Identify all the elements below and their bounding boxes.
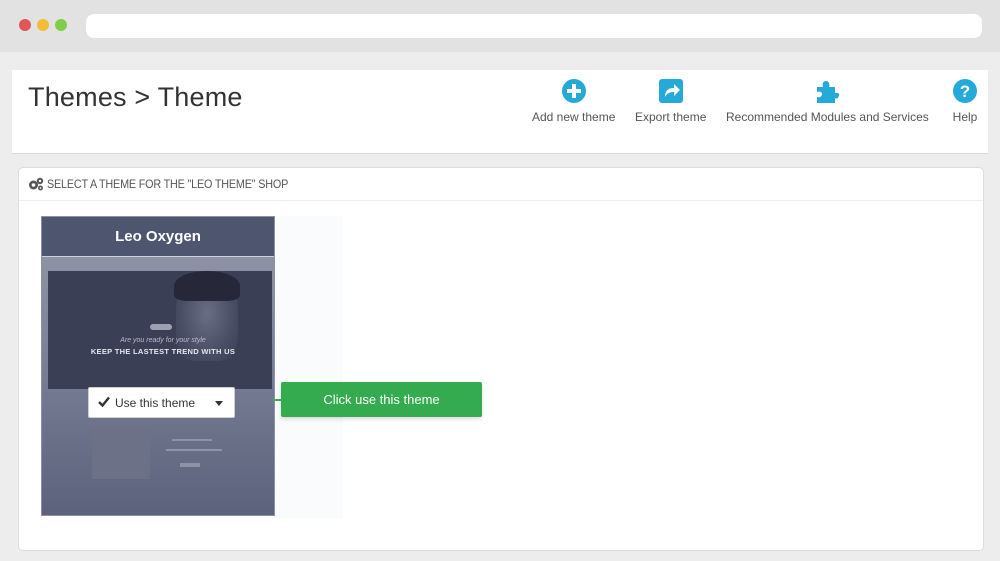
preview-headline: KEEP THE LASTEST TREND WITH US (90, 347, 236, 356)
panel-heading-text: SELECT A THEME FOR THE "LEO THEME" SHOP (47, 177, 289, 191)
theme-preview-image: Are you ready for your style KEEP THE LA… (48, 271, 272, 389)
maximize-window-dot[interactable] (55, 19, 67, 31)
gears-icon (29, 177, 44, 191)
help-icon: ? (953, 79, 977, 103)
preview-text-line (166, 449, 222, 451)
plus-circle-icon (561, 79, 586, 103)
close-window-dot[interactable] (19, 19, 31, 31)
recommended-modules-label: Recommended Modules and Services (726, 110, 929, 124)
minimize-window-dot[interactable] (37, 19, 49, 31)
preview-button (180, 463, 200, 467)
address-bar[interactable] (86, 14, 982, 38)
svg-text:?: ? (960, 82, 970, 101)
theme-name: Leo Oxygen (42, 217, 274, 257)
export-theme-button[interactable]: Export theme (635, 78, 706, 124)
theme-card[interactable]: Leo Oxygen Are you ready for your style … (41, 216, 275, 516)
check-icon (98, 396, 110, 407)
add-new-theme-label: Add new theme (532, 110, 616, 124)
page-toolbar: Themes > Theme Add new theme Export them… (12, 70, 988, 154)
export-theme-label: Export theme (635, 110, 707, 124)
callout-connector (273, 399, 281, 401)
card-shadow-area (273, 216, 343, 518)
add-new-theme-button[interactable]: Add new theme (532, 78, 615, 124)
theme-selection-panel: SELECT A THEME FOR THE "LEO THEME" SHOP … (18, 167, 984, 551)
preview-text-line (172, 439, 212, 441)
help-button[interactable]: ? Help (952, 78, 978, 124)
model-hair (174, 271, 240, 301)
mustache-icon (150, 324, 172, 330)
page-title: Themes > Theme (28, 82, 243, 112)
use-this-theme-label: Use this theme (115, 396, 196, 410)
preview-product-image (92, 427, 150, 479)
use-this-theme-button[interactable]: Use this theme (88, 387, 235, 418)
export-icon (658, 79, 683, 103)
recommended-modules-button[interactable]: Recommended Modules and Services (726, 78, 929, 124)
puzzle-icon (817, 81, 840, 103)
help-label: Help (952, 110, 978, 124)
instruction-callout: Click use this theme (281, 382, 482, 417)
chevron-down-icon[interactable] (215, 401, 223, 406)
panel-heading: SELECT A THEME FOR THE "LEO THEME" SHOP (19, 168, 983, 201)
preview-tagline: Are you ready for your style (120, 337, 206, 344)
browser-chrome (0, 0, 1000, 52)
